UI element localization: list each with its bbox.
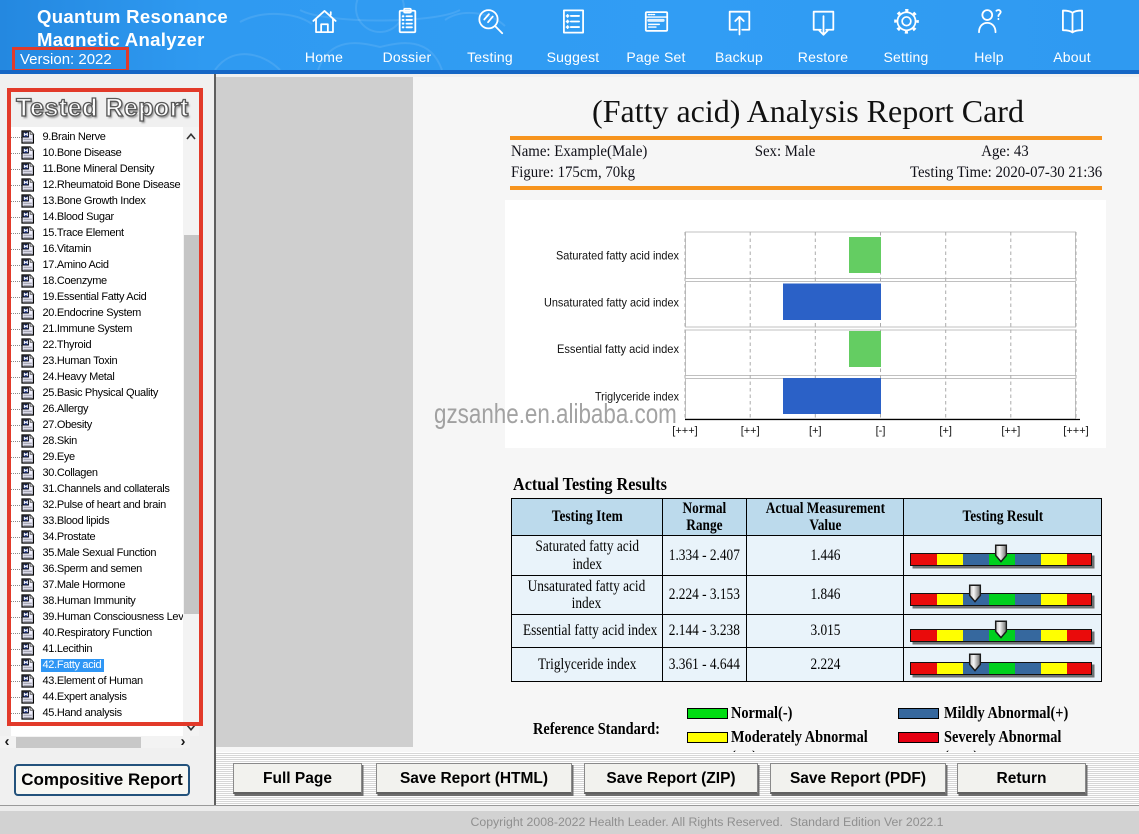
svg-text:[-]: [-] xyxy=(876,425,886,437)
svg-text:[++]: [++] xyxy=(741,425,760,437)
svg-text:[++]: [++] xyxy=(1001,425,1020,437)
svg-text:[+]: [+] xyxy=(939,425,952,437)
svg-text:[+++]: [+++] xyxy=(1063,425,1088,437)
svg-text:Unsaturated fatty acid index: Unsaturated fatty acid index xyxy=(544,296,679,310)
svg-text:Saturated fatty acid index: Saturated fatty acid index xyxy=(556,249,679,263)
svg-text:[+]: [+] xyxy=(809,425,822,437)
svg-text:Essential fatty acid index: Essential fatty acid index xyxy=(557,342,679,356)
